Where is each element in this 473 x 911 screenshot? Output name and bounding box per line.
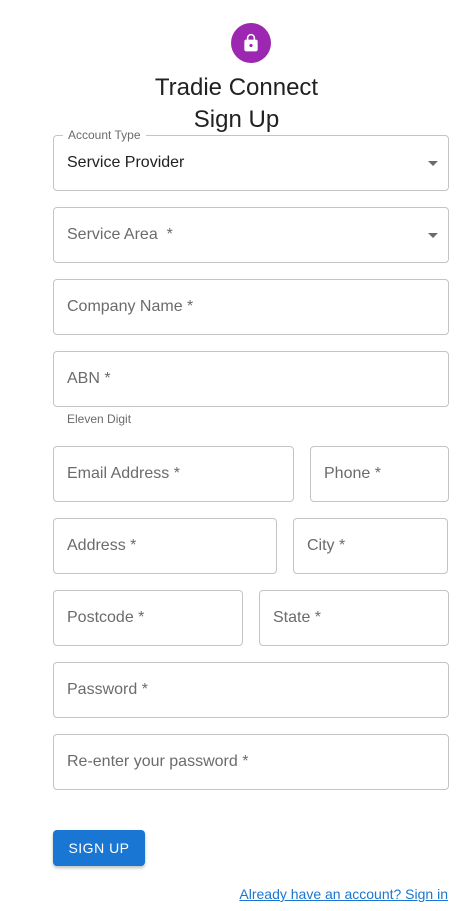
postcode-placeholder: Postcode * — [67, 609, 145, 626]
phone-input[interactable]: Phone * — [310, 446, 449, 502]
sign-in-link[interactable]: Already have an account? Sign in — [239, 886, 448, 902]
city-input[interactable]: City * — [293, 518, 448, 574]
abn-helper-text: Eleven Digit — [67, 412, 132, 426]
password-input[interactable]: Password * — [53, 662, 449, 718]
abn-placeholder: ABN * — [67, 370, 111, 387]
company-name-input[interactable]: Company Name * — [53, 279, 449, 335]
email-placeholder: Email Address * — [67, 465, 180, 482]
abn-input[interactable]: ABN * — [53, 351, 449, 407]
phone-placeholder: Phone * — [324, 465, 381, 482]
sign-up-button[interactable]: SIGN UP — [53, 830, 145, 866]
postcode-input[interactable]: Postcode * — [53, 590, 243, 646]
page-title: Tradie Connect Sign Up — [0, 72, 473, 136]
state-input[interactable]: State * — [259, 590, 449, 646]
city-placeholder: City * — [307, 537, 346, 554]
address-placeholder: Address * — [67, 537, 137, 554]
account-type-label: Account Type — [63, 128, 146, 142]
password-placeholder: Password * — [67, 681, 148, 698]
chevron-down-icon — [428, 161, 438, 166]
company-name-placeholder: Company Name * — [67, 298, 194, 315]
title-app-name: Tradie Connect — [154, 74, 319, 101]
service-area-select[interactable]: Service Area * — [53, 207, 449, 263]
state-placeholder: State * — [273, 609, 322, 626]
account-type-value: Service Provider — [67, 154, 185, 171]
confirm-password-placeholder: Re-enter your password * — [67, 753, 249, 770]
confirm-password-input[interactable]: Re-enter your password * — [53, 734, 449, 790]
chevron-down-icon — [428, 233, 438, 238]
lock-icon — [244, 33, 258, 52]
account-type-select[interactable]: Account Type Service Provider — [53, 128, 449, 191]
address-input[interactable]: Address * — [53, 518, 277, 574]
email-input[interactable]: Email Address * — [53, 446, 294, 502]
service-area-placeholder: Service Area * — [67, 226, 173, 243]
avatar — [231, 23, 271, 63]
